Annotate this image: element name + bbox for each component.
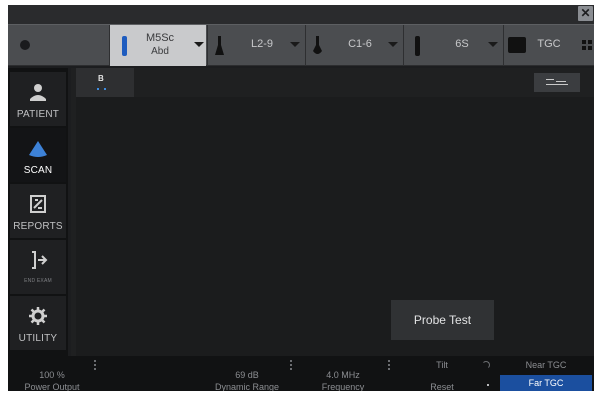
power-output-label: Power Output: [24, 382, 80, 391]
probe-slot-6s[interactable]: 6S: [403, 25, 502, 66]
gear-icon: [29, 307, 47, 325]
dynamic-range-label: Dynamic Range: [214, 382, 280, 391]
near-tgc-label: Near TGC: [525, 360, 567, 370]
sidebar-item-scan[interactable]: SCAN: [10, 128, 66, 182]
power-output-value: 100 %: [39, 370, 65, 380]
sidebar-item-utility[interactable]: UTILITY: [10, 296, 66, 350]
probe-bar: M5Sc Abd L2-9 C1-6 6S TGC: [8, 24, 594, 66]
mode-indicator-dot: [97, 88, 99, 90]
probe-name: 6S: [455, 38, 469, 50]
adjust-dots-icon: [94, 360, 96, 370]
far-tgc-button[interactable]: Far TGC: [500, 375, 592, 391]
probe-name: L2-9: [250, 38, 274, 50]
layout-icon: [546, 79, 554, 80]
rotate-icon: [482, 361, 490, 369]
probe-test-button[interactable]: Probe Test: [391, 300, 494, 340]
dynamic-range-control[interactable]: 69 dB Dynamic Range: [198, 356, 296, 391]
sidebar-item-label: UTILITY: [18, 333, 58, 344]
probe-name: C1-6: [348, 38, 372, 50]
close-button[interactable]: ✕: [578, 6, 593, 21]
tgc-label: TGC: [537, 38, 561, 50]
probe-transducer-icon: [215, 36, 224, 55]
ultrasound-image-canvas[interactable]: [76, 97, 594, 356]
chevron-down-icon[interactable]: [388, 42, 398, 47]
sidebar-item-label: PATIENT: [16, 109, 60, 120]
end-exam-icon: [32, 251, 48, 269]
tab-b-mode[interactable]: B: [76, 68, 134, 97]
bottom-control-bar: 100 % Power Output 69 dB Dynamic Range 4…: [8, 356, 594, 391]
mode-tab-label: B: [98, 74, 104, 83]
tilt-reset-label: Reset: [430, 382, 454, 391]
image-area: B Probe Test: [71, 68, 594, 356]
frequency-label: Frequency: [321, 382, 365, 391]
ultrasound-app-window: ✕ M5Sc Abd L2-9 C1-6 6S TGC PATIENT SCAN…: [8, 5, 594, 391]
probe-slot-c1-6[interactable]: C1-6: [305, 25, 402, 66]
adjust-dots-icon: [290, 360, 292, 370]
scan-icon: [29, 141, 47, 157]
grid-icon[interactable]: [582, 40, 592, 50]
probe-slot-m5sc[interactable]: M5Sc Abd: [109, 25, 206, 66]
sidebar-item-label: SCAN: [23, 165, 53, 176]
power-output-control[interactable]: 100 % Power Output: [8, 356, 96, 391]
dot-icon: [487, 384, 489, 386]
probe-transducer-icon: [313, 36, 322, 54]
chevron-down-icon[interactable]: [488, 42, 498, 47]
probe-preset: Abd: [151, 46, 169, 57]
sidebar-item-end-exam[interactable]: END EXAM: [10, 240, 66, 294]
tilt-label: Tilt: [436, 360, 448, 370]
frequency-value: 4.0 MHz: [326, 370, 360, 380]
sidebar-item-label: REPORTS: [13, 221, 63, 232]
reports-icon: [30, 195, 46, 213]
near-tgc-control[interactable]: Near TGC: [500, 356, 592, 374]
probe-transducer-icon: [122, 36, 127, 56]
sidebar-item-label: END EXAM: [24, 278, 52, 284]
layout-button[interactable]: [534, 73, 580, 92]
mode-indicator-dot: [104, 88, 106, 90]
probe-slot-l2-9[interactable]: L2-9: [207, 25, 304, 66]
tgc-button[interactable]: TGC: [503, 25, 594, 66]
settings-knob-icon[interactable]: [20, 40, 30, 50]
probe-transducer-icon: [415, 36, 420, 56]
sidebar-item-patient[interactable]: PATIENT: [10, 72, 66, 126]
frequency-control[interactable]: 4.0 MHz Frequency: [296, 356, 390, 391]
sidebar: PATIENT SCAN REPORTS END EXAM UTILITY: [8, 68, 68, 356]
patient-icon: [30, 84, 46, 101]
chevron-down-icon[interactable]: [194, 42, 204, 47]
tilt-control[interactable]: Tilt Reset: [390, 356, 494, 391]
title-bar: ✕: [8, 5, 594, 24]
probe-name: M5Sc: [145, 32, 175, 44]
dynamic-range-value: 69 dB: [235, 370, 259, 380]
sidebar-item-reports[interactable]: REPORTS: [10, 184, 66, 238]
chevron-down-icon[interactable]: [290, 42, 300, 47]
